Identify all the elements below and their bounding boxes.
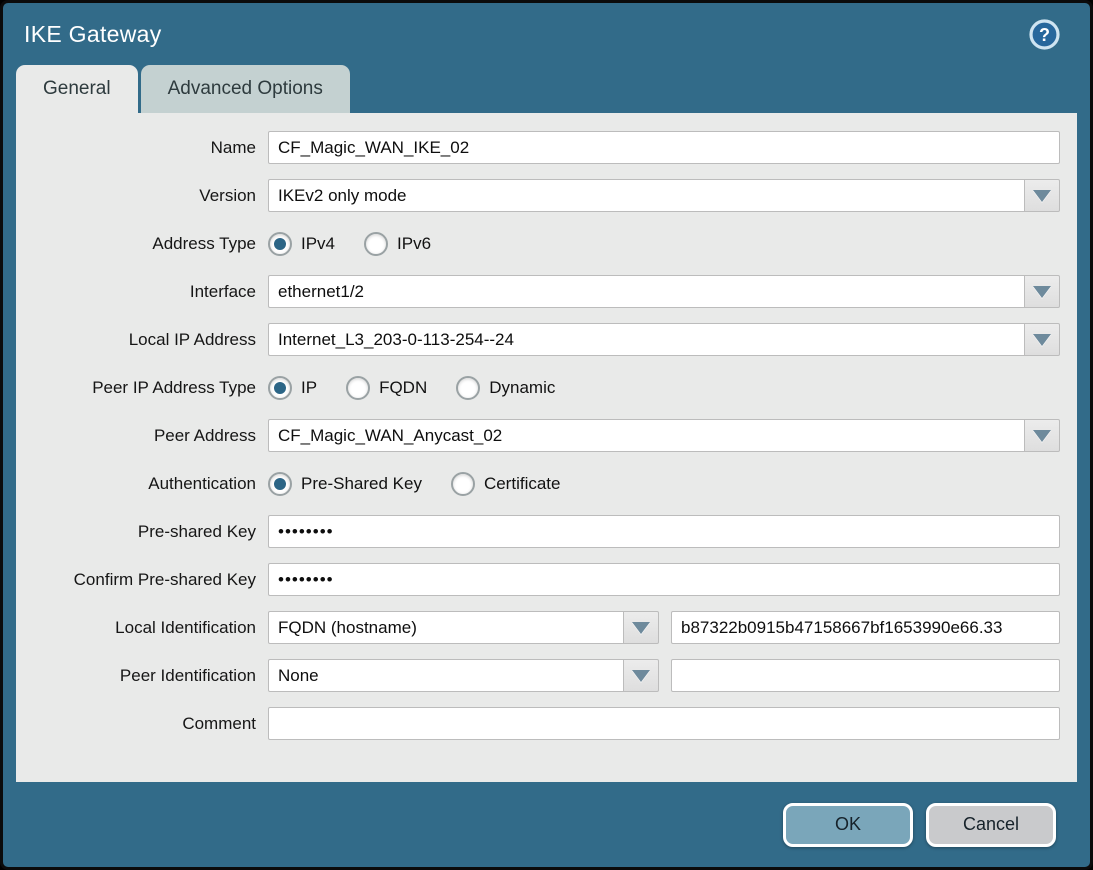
radio-pre-shared-key-label: Pre-Shared Key <box>301 474 422 494</box>
confirm-pre-shared-key-input[interactable] <box>268 563 1060 596</box>
radio-certificate-label: Certificate <box>484 474 561 494</box>
radio-pre-shared-key[interactable]: Pre-Shared Key <box>268 472 422 496</box>
cancel-button[interactable]: Cancel <box>926 803 1056 847</box>
radio-dynamic-label: Dynamic <box>489 378 555 398</box>
name-row: Name <box>16 131 1060 164</box>
radio-ip-control[interactable] <box>268 376 292 400</box>
svg-text:?: ? <box>1039 25 1050 45</box>
general-tab-panel: Name Version Address Type I <box>16 113 1077 782</box>
radio-ip-label: IP <box>301 378 317 398</box>
peer-identification-dropdown-button[interactable] <box>623 659 659 692</box>
version-input[interactable] <box>268 179 1025 212</box>
interface-row: Interface <box>16 275 1060 308</box>
name-label: Name <box>16 138 268 158</box>
local-identification-label: Local Identification <box>16 618 268 638</box>
name-input[interactable] <box>268 131 1060 164</box>
radio-ipv6[interactable]: IPv6 <box>364 232 431 256</box>
peer-address-row: Peer Address <box>16 419 1060 452</box>
radio-certificate-control[interactable] <box>451 472 475 496</box>
radio-ipv4-label: IPv4 <box>301 234 335 254</box>
address-type-label: Address Type <box>16 234 268 254</box>
chevron-down-icon <box>1033 430 1051 442</box>
comment-label: Comment <box>16 714 268 734</box>
radio-ipv4-control[interactable] <box>268 232 292 256</box>
chevron-down-icon <box>1033 286 1051 298</box>
dialog-footer: OK Cancel <box>3 782 1090 867</box>
radio-fqdn[interactable]: FQDN <box>346 376 427 400</box>
comment-row: Comment <box>16 707 1060 740</box>
interface-label: Interface <box>16 282 268 302</box>
peer-identification-type-input[interactable] <box>268 659 624 692</box>
address-type-row: Address Type IPv4 IPv6 <box>16 227 1060 260</box>
local-ip-address-dropdown-button[interactable] <box>1024 323 1060 356</box>
radio-certificate[interactable]: Certificate <box>451 472 561 496</box>
radio-fqdn-label: FQDN <box>379 378 427 398</box>
radio-dynamic[interactable]: Dynamic <box>456 376 555 400</box>
version-row: Version <box>16 179 1060 212</box>
confirm-pre-shared-key-row: Confirm Pre-shared Key <box>16 563 1060 596</box>
pre-shared-key-input[interactable] <box>268 515 1060 548</box>
chevron-down-icon <box>632 670 650 682</box>
title-bar: IKE Gateway ? <box>3 3 1090 65</box>
dialog-title: IKE Gateway <box>24 21 162 48</box>
peer-identification-row: Peer Identification <box>16 659 1060 692</box>
radio-fqdn-control[interactable] <box>346 376 370 400</box>
peer-address-input[interactable] <box>268 419 1025 452</box>
local-identification-row: Local Identification <box>16 611 1060 644</box>
interface-input[interactable] <box>268 275 1025 308</box>
local-identification-type-input[interactable] <box>268 611 624 644</box>
peer-ip-address-type-label: Peer IP Address Type <box>16 378 268 398</box>
address-type-radio-group: IPv4 IPv6 <box>268 232 431 256</box>
pre-shared-key-row: Pre-shared Key <box>16 515 1060 548</box>
interface-dropdown-button[interactable] <box>1024 275 1060 308</box>
chevron-down-icon <box>1033 334 1051 346</box>
peer-address-dropdown-button[interactable] <box>1024 419 1060 452</box>
peer-identification-value-input[interactable] <box>671 659 1060 692</box>
tab-advanced-options-label: Advanced Options <box>168 78 323 100</box>
chevron-down-icon <box>1033 190 1051 202</box>
radio-pre-shared-key-control[interactable] <box>268 472 292 496</box>
tab-bar: General Advanced Options <box>3 65 1090 113</box>
authentication-radio-group: Pre-Shared Key Certificate <box>268 472 560 496</box>
peer-identification-label: Peer Identification <box>16 666 268 686</box>
radio-dynamic-control[interactable] <box>456 376 480 400</box>
local-identification-value-input[interactable] <box>671 611 1060 644</box>
comment-input[interactable] <box>268 707 1060 740</box>
radio-ipv6-label: IPv6 <box>397 234 431 254</box>
radio-ipv4[interactable]: IPv4 <box>268 232 335 256</box>
local-ip-address-row: Local IP Address <box>16 323 1060 356</box>
radio-ipv6-control[interactable] <box>364 232 388 256</box>
local-ip-address-label: Local IP Address <box>16 330 268 350</box>
tab-advanced-options[interactable]: Advanced Options <box>141 65 350 113</box>
peer-ip-address-type-row: Peer IP Address Type IP FQDN Dynamic <box>16 371 1060 404</box>
tab-general-label: General <box>43 78 111 100</box>
ok-button[interactable]: OK <box>783 803 913 847</box>
authentication-label: Authentication <box>16 474 268 494</box>
version-label: Version <box>16 186 268 206</box>
local-identification-dropdown-button[interactable] <box>623 611 659 644</box>
version-dropdown-button[interactable] <box>1024 179 1060 212</box>
local-ip-address-input[interactable] <box>268 323 1025 356</box>
ike-gateway-dialog: IKE Gateway ? General Advanced Options N… <box>0 0 1093 870</box>
peer-ip-address-type-radio-group: IP FQDN Dynamic <box>268 376 555 400</box>
peer-address-label: Peer Address <box>16 426 268 446</box>
authentication-row: Authentication Pre-Shared Key Certificat… <box>16 467 1060 500</box>
pre-shared-key-label: Pre-shared Key <box>16 522 268 542</box>
radio-ip[interactable]: IP <box>268 376 317 400</box>
tab-general[interactable]: General <box>16 65 138 113</box>
chevron-down-icon <box>632 622 650 634</box>
help-icon[interactable]: ? <box>1029 19 1060 50</box>
confirm-pre-shared-key-label: Confirm Pre-shared Key <box>16 570 268 590</box>
